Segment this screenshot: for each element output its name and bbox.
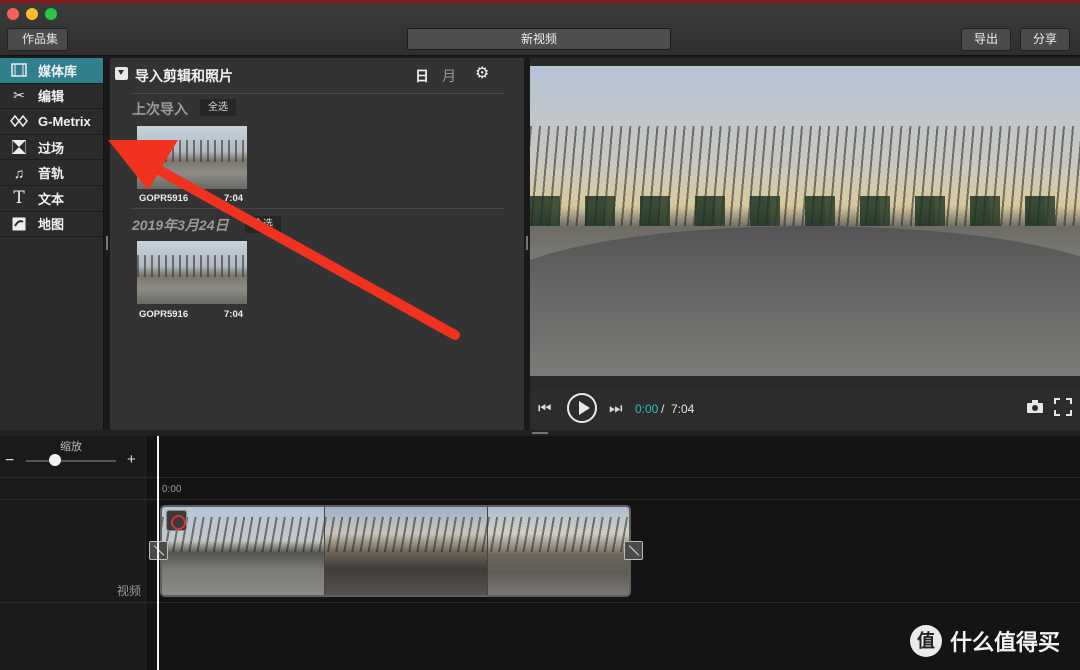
- gear-icon[interactable]: ⚙: [475, 66, 489, 82]
- fullscreen-icon[interactable]: [1054, 398, 1072, 421]
- transition-icon: [10, 139, 28, 155]
- clip-name: GOPR5916: [139, 309, 189, 320]
- import-clips-button[interactable]: 导入剪辑和照片: [135, 66, 233, 86]
- sidebar-item-media-library[interactable]: 媒体库: [0, 58, 103, 84]
- divider: [0, 602, 1080, 603]
- sidebar-item-label: 媒体库: [38, 63, 78, 79]
- playhead[interactable]: [157, 436, 159, 670]
- clip-name: GOPR5916: [139, 193, 189, 204]
- watermark-logo: 值: [910, 625, 942, 657]
- total-time: 7:04: [671, 402, 695, 416]
- watermark: 值 什么值得买: [910, 625, 1060, 657]
- sidebar-item-edit[interactable]: ✂ 编辑: [0, 84, 103, 110]
- time-separator: /: [661, 402, 665, 416]
- ruler-time-label: 0:00: [162, 484, 182, 495]
- timeline-track-headers: 缩放 − + 视频: [0, 436, 146, 670]
- clip-frame: [325, 507, 487, 595]
- skip-forward-icon[interactable]: ⏭: [609, 400, 623, 417]
- timeline-video-clip[interactable]: [160, 505, 631, 597]
- window-rim: [0, 0, 1080, 4]
- media-header: 导入剪辑和照片 日 月 ⚙: [110, 58, 524, 92]
- group-title: 2019年3月24日: [132, 217, 229, 233]
- play-button[interactable]: [567, 393, 597, 423]
- media-browser: 导入剪辑和照片 日 月 ⚙ 上次导入 全选 GOPR5916 7:04 2019…: [110, 58, 524, 430]
- zoom-label: 缩放: [60, 441, 82, 453]
- sidebar-item-label: 过场: [38, 140, 65, 156]
- clip-duration: 7:04: [224, 309, 244, 320]
- playback-controls: ⏮ ⏭ 0:00 / 7:04: [530, 388, 1080, 430]
- sidebar: 媒体库 ✂ 编辑 G-Metrix 过场 ♫ 音轨 T 文本 地图: [0, 58, 104, 430]
- sidebar-item-label: 编辑: [38, 89, 65, 105]
- title-bar: 作品集 新视频 导出 分享: [0, 0, 1080, 56]
- video-viewer: ⏮ ⏭ 0:00 / 7:04: [530, 58, 1080, 430]
- zoom-in-button[interactable]: +: [127, 451, 136, 468]
- map-icon: [10, 216, 28, 232]
- zoom-out-button[interactable]: −: [5, 452, 14, 470]
- g-metrix-badge-icon[interactable]: [166, 510, 187, 531]
- sidebar-item-transitions[interactable]: 过场: [0, 135, 103, 161]
- watermark-text: 什么值得买: [950, 630, 1061, 655]
- divider: [130, 208, 504, 209]
- view-by-day-button[interactable]: 日: [415, 66, 429, 86]
- clip-frame: [488, 507, 629, 595]
- minimize-window-button[interactable]: [26, 8, 38, 20]
- video-preview[interactable]: [530, 66, 1080, 376]
- back-to-projects-button[interactable]: 作品集: [7, 28, 69, 51]
- transition-end-icon[interactable]: [624, 541, 643, 560]
- video-track-label: 视频: [117, 584, 142, 598]
- export-button[interactable]: 导出: [961, 28, 1012, 51]
- film-icon: [10, 62, 28, 78]
- clip-duration: 7:04: [224, 193, 244, 204]
- text-icon: T: [13, 188, 25, 209]
- gauge-icon: [10, 113, 28, 129]
- zoom-slider-handle[interactable]: [49, 454, 61, 466]
- sidebar-item-label: G-Metrix: [38, 113, 91, 129]
- zoom-slider-track[interactable]: [26, 460, 116, 462]
- sidebar-item-g-metrix[interactable]: G-Metrix: [0, 109, 103, 135]
- view-by-month-button[interactable]: 月: [442, 66, 456, 86]
- import-icon[interactable]: [115, 67, 128, 80]
- zoom-window-button[interactable]: [45, 8, 57, 20]
- camera-icon[interactable]: [1027, 400, 1043, 416]
- media-clip-thumbnail[interactable]: [137, 241, 247, 304]
- current-time: 0:00: [635, 402, 659, 416]
- sidebar-item-label: 音轨: [38, 166, 65, 182]
- share-button[interactable]: 分享: [1020, 28, 1071, 51]
- sidebar-item-map[interactable]: 地图: [0, 212, 103, 238]
- sidebar-item-label: 地图: [38, 217, 65, 233]
- sidebar-item-label: 文本: [38, 191, 65, 207]
- skip-back-icon[interactable]: ⏮: [538, 400, 552, 417]
- music-note-icon: ♫: [13, 164, 25, 181]
- divider: [0, 499, 1080, 500]
- select-all-button[interactable]: 全选: [200, 99, 236, 116]
- group-title: 上次导入: [132, 101, 188, 117]
- project-title-field[interactable]: 新视频: [407, 28, 671, 50]
- select-all-button[interactable]: 全选: [245, 216, 281, 233]
- divider: [0, 477, 1080, 478]
- divider: [130, 93, 504, 94]
- scissors-icon: ✂: [13, 87, 25, 104]
- media-clip-thumbnail[interactable]: [137, 126, 247, 189]
- sidebar-item-audio[interactable]: ♫ 音轨: [0, 160, 103, 186]
- close-window-button[interactable]: [7, 8, 19, 20]
- sidebar-item-text[interactable]: T 文本: [0, 186, 103, 212]
